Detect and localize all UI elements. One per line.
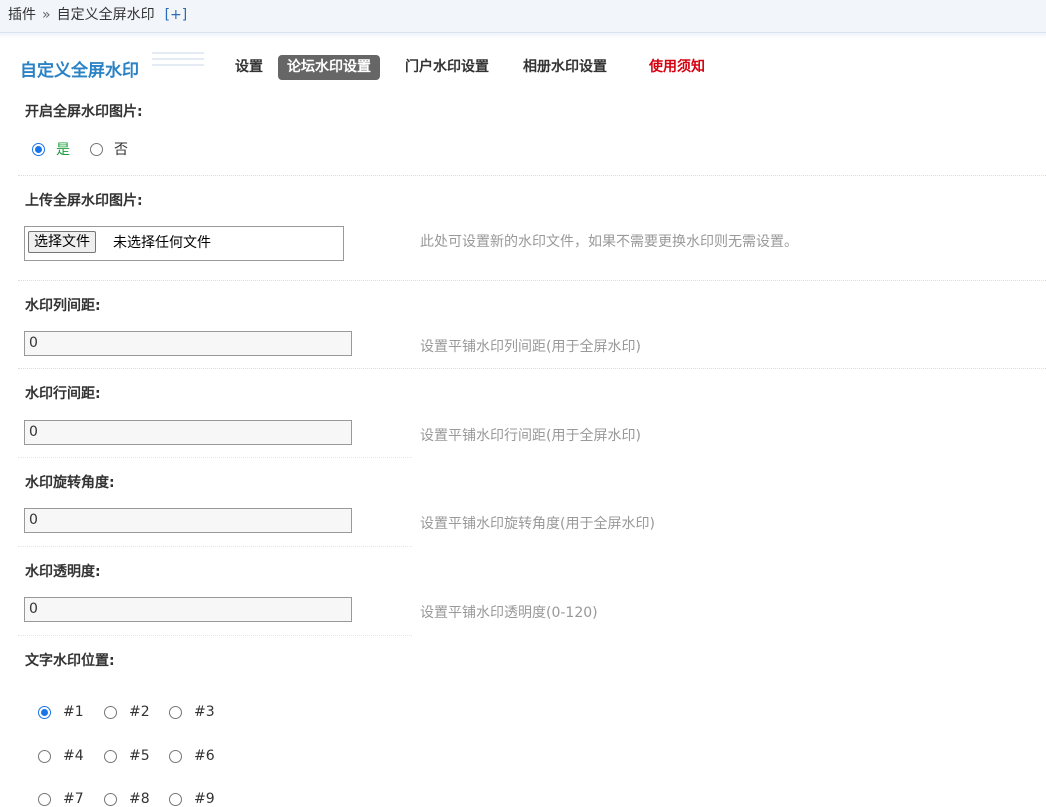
breadcrumb-separator: » — [42, 7, 51, 23]
tab-album-watermark[interactable]: 相册水印设置 — [514, 55, 616, 80]
position-option-5[interactable]: #5 — [104, 748, 150, 764]
rotation-hint: 设置平铺水印旋转角度(用于全屏水印) — [420, 516, 655, 532]
position-radio[interactable] — [169, 749, 182, 763]
tab-forum-watermark[interactable]: 论坛水印设置 — [278, 55, 380, 80]
position-option-1[interactable]: #1 — [38, 704, 84, 720]
file-status-text: 未选择任何文件 — [113, 235, 211, 251]
enable-yes-label[interactable]: 是 — [56, 139, 70, 159]
position-option-9[interactable]: #9 — [169, 791, 215, 807]
breadcrumb-current: 自定义全屏水印 — [56, 7, 155, 23]
position-radio[interactable] — [104, 705, 117, 719]
top-bar-shadow — [0, 33, 1046, 39]
position-option-label[interactable]: #8 — [129, 791, 150, 807]
position-option-4[interactable]: #4 — [38, 748, 84, 764]
position-option-label[interactable]: #2 — [129, 704, 150, 720]
divider — [18, 368, 1046, 369]
row-spacing-input[interactable] — [24, 420, 352, 445]
position-option-7[interactable]: #7 — [38, 791, 84, 807]
divider — [18, 635, 412, 636]
tab-portal-watermark[interactable]: 门户水印设置 — [396, 55, 498, 80]
col-spacing-hint: 设置平铺水印列间距(用于全屏水印) — [420, 339, 641, 355]
position-radio[interactable] — [38, 705, 51, 719]
enable-no-label[interactable]: 否 — [114, 139, 128, 159]
enable-yes-radio[interactable] — [32, 142, 45, 156]
tab-usage-notice[interactable]: 使用须知 — [640, 55, 714, 80]
position-option-2[interactable]: #2 — [104, 704, 150, 720]
col-spacing-input[interactable] — [24, 331, 352, 356]
title-decoration — [152, 52, 204, 68]
enable-radio-group: 是 否 — [32, 139, 148, 159]
tab-settings[interactable]: 设置 — [226, 55, 272, 80]
position-option-label[interactable]: #7 — [63, 791, 84, 807]
opacity-label: 水印透明度: — [25, 564, 101, 580]
enable-no-radio[interactable] — [90, 142, 103, 156]
enable-label: 开启全屏水印图片: — [25, 104, 143, 120]
position-option-label[interactable]: #1 — [63, 704, 84, 720]
position-option-label[interactable]: #6 — [194, 748, 215, 764]
breadcrumb-root[interactable]: 插件 — [8, 7, 36, 23]
upload-label: 上传全屏水印图片: — [25, 193, 143, 209]
position-radio[interactable] — [169, 705, 182, 719]
position-label: 文字水印位置: — [25, 653, 115, 669]
file-upload-field[interactable]: 选择文件 未选择任何文件 — [24, 226, 344, 261]
position-option-8[interactable]: #8 — [104, 791, 150, 807]
position-radio[interactable] — [104, 749, 117, 763]
position-option-label[interactable]: #4 — [63, 748, 84, 764]
row-spacing-label: 水印行间距: — [25, 386, 101, 402]
opacity-hint: 设置平铺水印透明度(0-120) — [420, 605, 598, 621]
choose-file-button[interactable]: 选择文件 — [28, 231, 96, 253]
divider — [18, 457, 412, 458]
rotation-label: 水印旋转角度: — [25, 475, 115, 491]
top-bar: 插件 » 自定义全屏水印 [+] — [0, 0, 1046, 33]
position-option-label[interactable]: #3 — [194, 704, 215, 720]
position-radio[interactable] — [38, 749, 51, 763]
add-shortcut-link[interactable]: [+] — [165, 7, 188, 23]
plugin-title: 自定义全屏水印 — [20, 61, 139, 81]
col-spacing-label: 水印列间距: — [25, 298, 101, 314]
divider — [18, 546, 412, 547]
position-option-label[interactable]: #9 — [194, 791, 215, 807]
divider — [18, 280, 1046, 281]
rotation-input[interactable] — [24, 508, 352, 533]
upload-hint: 此处可设置新的水印文件，如果不需要更换水印则无需设置。 — [420, 234, 798, 250]
position-option-3[interactable]: #3 — [169, 704, 215, 720]
row-spacing-hint: 设置平铺水印行间距(用于全屏水印) — [420, 428, 641, 444]
breadcrumb: 插件 » 自定义全屏水印 [+] — [8, 0, 187, 30]
opacity-input[interactable] — [24, 597, 352, 622]
position-option-label[interactable]: #5 — [129, 748, 150, 764]
position-option-6[interactable]: #6 — [169, 748, 215, 764]
divider — [18, 175, 1046, 176]
